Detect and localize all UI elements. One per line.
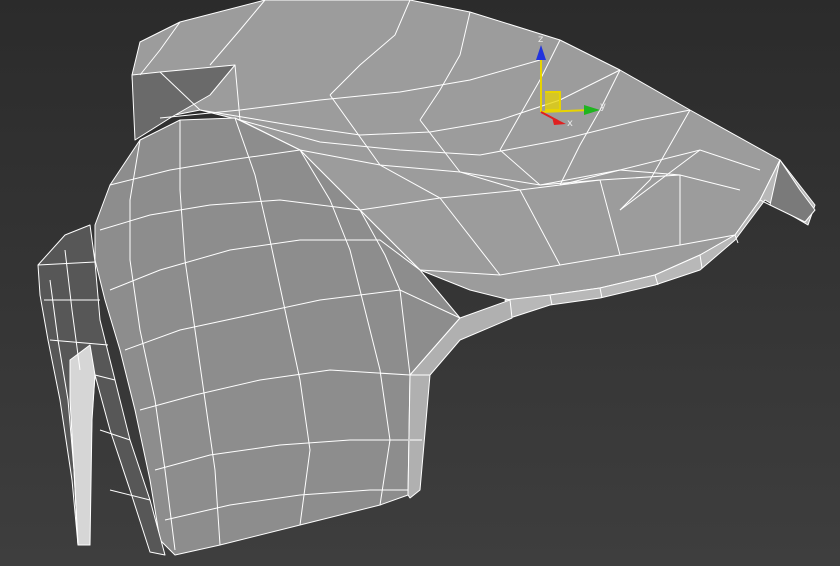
gizmo-x-label: x — [567, 118, 573, 129]
gizmo-y-label: y — [600, 101, 606, 112]
perspective-viewport[interactable]: z y x — [0, 0, 840, 566]
viewport-canvas[interactable]: z y x — [0, 0, 840, 566]
gizmo-xy-plane[interactable] — [545, 92, 559, 110]
gizmo-z-label: z — [538, 34, 543, 45]
